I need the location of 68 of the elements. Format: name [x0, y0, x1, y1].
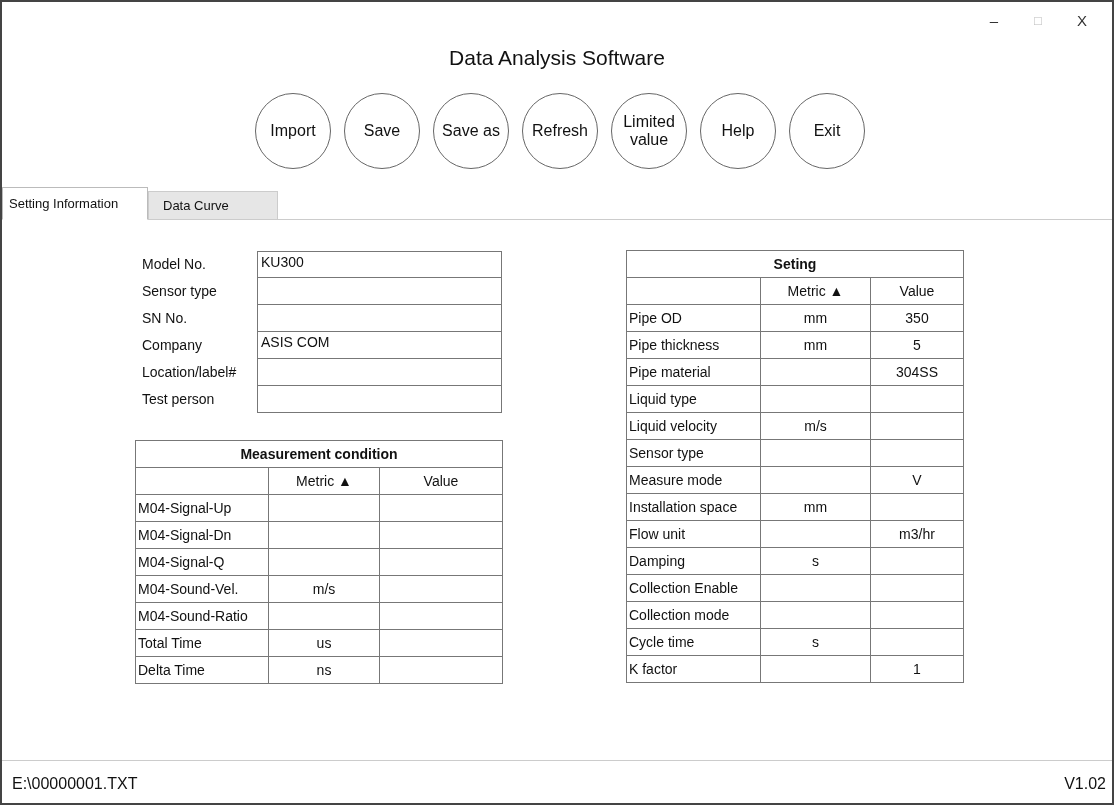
table-cell: 304SS	[870, 358, 964, 386]
table-cell: Collection Enable	[626, 574, 761, 602]
table-cell: Measure mode	[626, 466, 761, 494]
toolbar-button[interactable]: Save as	[433, 93, 509, 169]
table-cell: mm	[760, 331, 871, 359]
field-label: Sensor type	[141, 282, 218, 301]
table-cell: Damping	[626, 547, 761, 575]
toolbar-button[interactable]: Exit	[789, 93, 865, 169]
table-cell: Installation space	[626, 493, 761, 521]
table-cell: K factor	[626, 655, 761, 683]
table-cell: Cycle time	[626, 628, 761, 656]
table-cell: Liquid velocity	[626, 412, 761, 440]
input-field[interactable]	[257, 359, 502, 386]
toolbar-button[interactable]: Help	[700, 93, 776, 169]
field-label: Company	[141, 336, 203, 355]
close-button[interactable]: X	[1060, 5, 1104, 35]
toolbar-button[interactable]: Save	[344, 93, 420, 169]
window-title: Data Analysis Software	[448, 46, 666, 71]
table-cell: M04-Sound-Vel.	[135, 575, 269, 603]
input-field[interactable]	[257, 386, 502, 413]
table-cell: V	[870, 466, 964, 494]
table-cell: m3/hr	[870, 520, 964, 548]
table-cell: s	[760, 547, 871, 575]
input-field[interactable]: ASIS COM	[257, 332, 502, 359]
column-header: Metric ▲	[760, 277, 871, 305]
table-cell: 350	[870, 304, 964, 332]
table-cell: ns	[268, 656, 380, 684]
tab[interactable]: Setting Information	[2, 187, 148, 220]
table-cell: s	[760, 628, 871, 656]
table-cell: Pipe material	[626, 358, 761, 386]
tab[interactable]: Data Curve	[148, 191, 278, 220]
table-cell: m/s	[760, 412, 871, 440]
toolbar-button[interactable]: Import	[255, 93, 331, 169]
table-cell: Pipe OD	[626, 304, 761, 332]
table-cell: Collection mode	[626, 601, 761, 629]
column-header: Value	[379, 467, 503, 495]
field-label: SN No.	[141, 309, 189, 328]
column-header: Metric ▲	[268, 467, 380, 495]
table-cell: M04-Signal-Q	[135, 548, 269, 576]
minimize-button[interactable]: –	[972, 5, 1016, 35]
field-label: Model No.	[141, 255, 207, 274]
field-label: Location/label#	[141, 363, 238, 382]
version-label: V1.02	[1064, 775, 1106, 793]
table-cell: m/s	[268, 575, 380, 603]
toolbar-button[interactable]: Limited value	[611, 93, 687, 169]
table-cell: Delta Time	[135, 656, 269, 684]
table-cell: M04-Signal-Up	[135, 494, 269, 522]
column-header: Value	[870, 277, 964, 305]
file-path: E:\00000001.TXT	[12, 775, 138, 793]
table-cell: Flow unit	[626, 520, 761, 548]
table-cell: Sensor type	[626, 439, 761, 467]
table-title: Measurement condition	[135, 440, 503, 468]
table-cell: Liquid type	[626, 385, 761, 413]
table-cell: mm	[760, 304, 871, 332]
toolbar-button[interactable]: Refresh	[522, 93, 598, 169]
table-cell: M04-Sound-Ratio	[135, 602, 269, 630]
table-cell: us	[268, 629, 380, 657]
input-field[interactable]: KU300	[257, 251, 502, 278]
table-cell: 5	[870, 331, 964, 359]
input-field[interactable]	[257, 278, 502, 305]
table-title: Seting	[626, 250, 964, 278]
table-cell: M04-Signal-Dn	[135, 521, 269, 549]
table-cell: Pipe thickness	[626, 331, 761, 359]
input-field[interactable]	[257, 305, 502, 332]
table-cell: Total Time	[135, 629, 269, 657]
table-cell: mm	[760, 493, 871, 521]
table-cell: 1	[870, 655, 964, 683]
field-label: Test person	[141, 390, 216, 409]
